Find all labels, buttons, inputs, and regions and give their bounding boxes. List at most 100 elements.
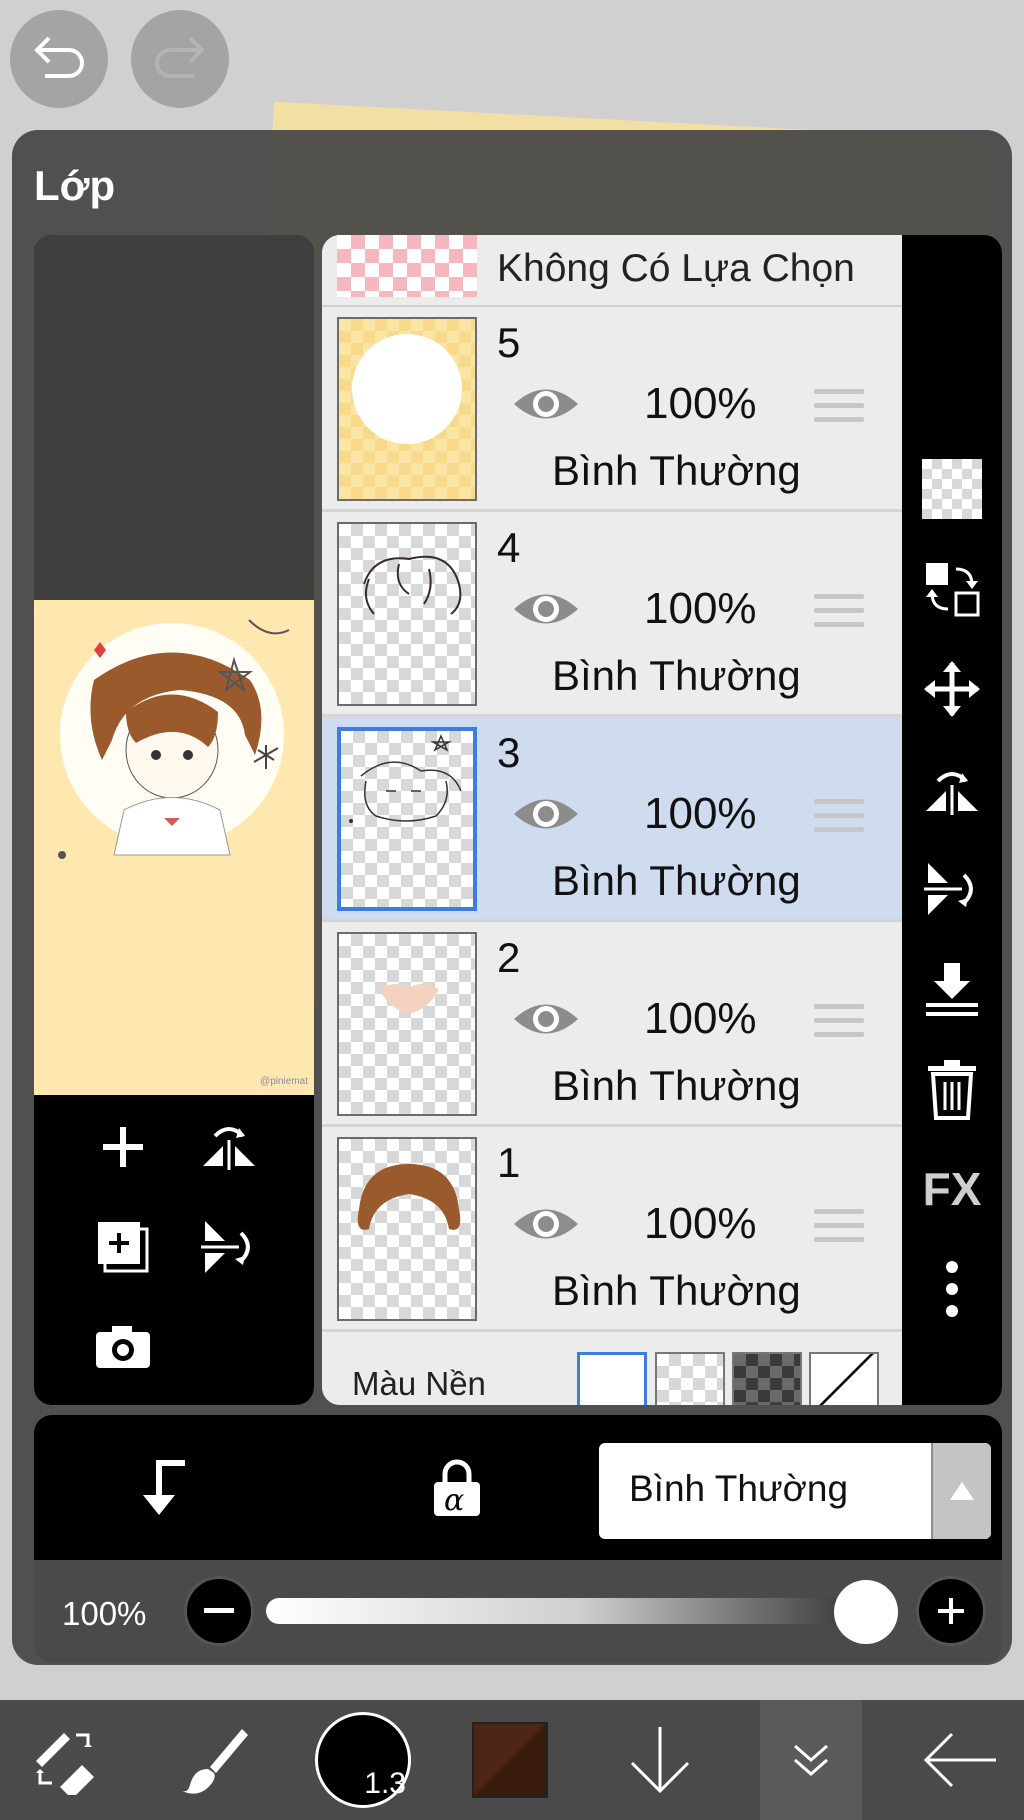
- artist-signature: @piniemat: [260, 1076, 308, 1087]
- fx-button[interactable]: FX: [920, 1157, 984, 1221]
- flip-horizontal-icon: [926, 772, 978, 815]
- eye-visibility-icon[interactable]: [510, 584, 582, 634]
- background-color-row: Màu Nền: [322, 1340, 902, 1405]
- layer-blend-mode: Bình Thường: [552, 1267, 801, 1314]
- eye-visibility-icon[interactable]: [510, 379, 582, 429]
- layer-down-button[interactable]: [605, 1700, 715, 1820]
- layer-thumbnail: [337, 1137, 477, 1321]
- arrow-left-icon: [923, 1732, 996, 1788]
- clipping-arrow-icon: [143, 1460, 185, 1515]
- drag-handle-icon[interactable]: [814, 1004, 864, 1044]
- brush-size-indicator: 1.3: [315, 1712, 411, 1808]
- merge-down-icon: [926, 963, 978, 1016]
- drag-handle-icon[interactable]: [814, 389, 864, 429]
- current-color-swatch: [472, 1722, 548, 1798]
- background-color-label: Màu Nền: [352, 1365, 486, 1402]
- swap-icon: [926, 563, 980, 617]
- layer-opacity: 100%: [644, 1199, 757, 1248]
- eye-visibility-icon[interactable]: [510, 1199, 582, 1249]
- drag-handle-icon[interactable]: [814, 799, 864, 839]
- back-button[interactable]: [905, 1700, 1015, 1820]
- alpha-lock-button[interactable]: α: [422, 1453, 492, 1523]
- layer-opacity: 100%: [644, 994, 757, 1043]
- plus-icon: [938, 1598, 964, 1624]
- layer-blend-mode: Bình Thường: [552, 652, 801, 699]
- move-layer-button[interactable]: [920, 657, 984, 721]
- brush-tool-button[interactable]: [160, 1700, 270, 1820]
- drag-handle-icon[interactable]: [814, 1209, 864, 1249]
- brush-size-button[interactable]: 1.3: [308, 1700, 418, 1820]
- blend-mode-select[interactable]: Bình Thường: [599, 1443, 991, 1539]
- bg-white-swatch[interactable]: [577, 1352, 647, 1405]
- bg-custom-swatch[interactable]: [809, 1352, 879, 1405]
- clipping-button[interactable]: [129, 1453, 199, 1523]
- blend-mode-dropdown-arrow[interactable]: [931, 1443, 991, 1539]
- opacity-slider-thumb[interactable]: [834, 1580, 898, 1644]
- checker-icon: [922, 459, 982, 519]
- flip-horizontal-icon: [203, 1127, 255, 1170]
- redo-arrow-icon: [155, 36, 205, 78]
- brush-size-value: 1.3: [364, 1767, 406, 1800]
- delete-layer-button[interactable]: [920, 1057, 984, 1121]
- tool-switch-button[interactable]: [10, 1700, 120, 1820]
- artwork-illustration: [58, 619, 290, 859]
- camera-import-button[interactable]: [91, 1315, 155, 1379]
- drag-handle-icon[interactable]: [814, 594, 864, 634]
- layer-row-2[interactable]: 2 100% Bình Thường: [322, 922, 902, 1127]
- layer-row-5[interactable]: 5 100% Bình Thường: [322, 307, 902, 512]
- layer-row-3[interactable]: 3 100% Bình Thường: [322, 717, 902, 922]
- layer-opacity: 100%: [644, 584, 757, 633]
- minus-icon: [204, 1608, 234, 1613]
- double-chevron-down-icon: [794, 1744, 828, 1776]
- flip-vertical-icon: [201, 1221, 250, 1273]
- opacity-decrease-button[interactable]: [184, 1576, 254, 1646]
- color-picker-button[interactable]: [455, 1700, 565, 1820]
- flip-layer-vertical-button[interactable]: [920, 857, 984, 921]
- brush-eraser-swap-icon: [36, 1733, 94, 1795]
- panel-title: Lớp: [34, 162, 116, 209]
- flip-horizontal-button[interactable]: [197, 1115, 261, 1179]
- duplicate-layer-button[interactable]: [91, 1215, 155, 1279]
- preview-artwork[interactable]: @piniemat: [34, 600, 314, 1095]
- canvas-preview: @piniemat: [34, 235, 314, 1405]
- arrow-down-icon: [630, 1727, 690, 1794]
- more-vertical-icon: [946, 1261, 958, 1317]
- alpha-symbol: α: [444, 1483, 465, 1518]
- undo-button[interactable]: [10, 10, 108, 108]
- flip-vertical-icon: [924, 863, 973, 915]
- layer-thumbnail: [337, 727, 477, 911]
- layer-number: 5: [497, 319, 521, 366]
- eye-visibility-icon[interactable]: [510, 994, 582, 1044]
- layer-number: 3: [497, 729, 521, 776]
- layer-number: 4: [497, 524, 521, 571]
- layer-blend-mode: Bình Thường: [552, 447, 801, 494]
- layer-tools-column: FX: [902, 235, 1002, 1405]
- eye-visibility-icon[interactable]: [510, 789, 582, 839]
- flip-vertical-button[interactable]: [197, 1215, 261, 1279]
- trash-icon: [928, 1060, 976, 1120]
- swap-layer-button[interactable]: [920, 557, 984, 621]
- undo-arrow-icon: [34, 36, 84, 78]
- bottom-toolbar: 1.3: [0, 1700, 1024, 1820]
- selection-layer-row[interactable]: Không Có Lựa Chọn: [322, 235, 902, 307]
- layer-row-4[interactable]: 4 100% Bình Thường: [322, 512, 902, 717]
- merge-down-button[interactable]: [920, 957, 984, 1021]
- move-arrows-icon: [924, 661, 980, 717]
- bg-transparent-swatch[interactable]: [655, 1352, 725, 1405]
- opacity-increase-button[interactable]: [916, 1576, 986, 1646]
- add-layer-button[interactable]: [91, 1115, 155, 1179]
- layer-row-1[interactable]: 1 100% Bình Thường: [322, 1127, 902, 1332]
- flip-layer-horizontal-button[interactable]: [920, 757, 984, 821]
- app-screen: Lớp @piniemat Không Có Lựa Chọn 5 100% B…: [0, 0, 1024, 1820]
- more-options-button[interactable]: [920, 1257, 984, 1321]
- selection-layer-thumbnail: [337, 235, 477, 297]
- bg-dark-swatch[interactable]: [732, 1352, 802, 1405]
- redo-button[interactable]: [131, 10, 229, 108]
- camera-icon: [96, 1326, 150, 1368]
- layer-thumbnail: [337, 932, 477, 1116]
- layer-blend-mode: Bình Thường: [552, 1062, 801, 1109]
- layers-collapse-button[interactable]: [760, 1700, 862, 1820]
- opacity-slider-track[interactable]: [266, 1598, 896, 1624]
- transparency-button[interactable]: [920, 457, 984, 521]
- layer-list: Không Có Lựa Chọn 5 100% Bình Thường 4 1…: [322, 235, 902, 1405]
